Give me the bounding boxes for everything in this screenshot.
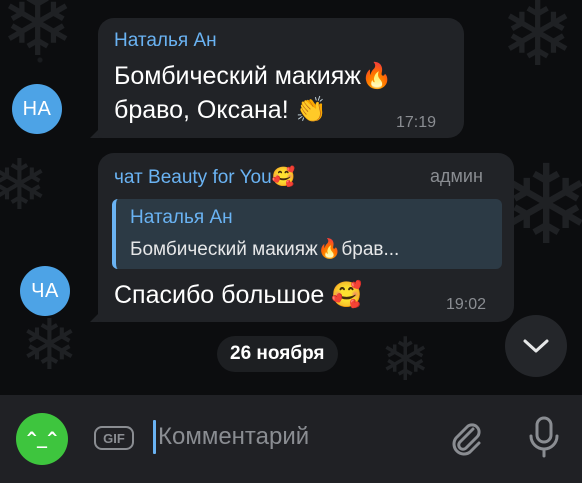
snowflake-doodle-icon: ❄	[20, 304, 79, 386]
sender-name: чат Beauty for You	[114, 167, 272, 188]
gif-label: GIF	[103, 430, 125, 446]
message-time: 17:19	[396, 114, 437, 131]
snowflake-doodle-icon: ❄	[0, 0, 76, 77]
comment-input[interactable]: Комментарий	[158, 420, 309, 454]
message-sender[interactable]: чат Beauty for You🥰	[114, 165, 295, 189]
message-text-line: Бомбический макияж	[114, 62, 361, 90]
emoji-face-icon: ^_^	[26, 429, 58, 449]
date-separator: 26 ноября	[217, 336, 338, 372]
avatar[interactable]: НА	[12, 84, 62, 134]
paperclip-icon[interactable]	[446, 417, 486, 457]
message-sender[interactable]: Наталья Ан	[114, 30, 217, 52]
fire-emoji-icon: 🔥	[361, 61, 393, 90]
microphone-icon[interactable]	[526, 415, 562, 459]
message-text-line: браво, Оксана!	[114, 96, 289, 124]
smiling-hearts-emoji-icon: 🥰	[271, 166, 296, 188]
avatar-initials: ЧА	[31, 279, 59, 302]
reply-sender: Наталья Ан	[130, 207, 233, 228]
chevron-down-icon	[523, 339, 549, 353]
avatar[interactable]: ЧА	[20, 266, 70, 316]
message-input-bar: ^_^ GIF Комментарий	[0, 395, 582, 483]
snowflake-doodle-icon: ❄	[380, 325, 431, 395]
smiling-hearts-emoji-icon: 🥰	[331, 280, 363, 309]
message-text: Спасибо большое	[114, 281, 325, 309]
gif-button[interactable]: GIF	[94, 426, 134, 450]
avatar-initials: НА	[22, 97, 52, 120]
snowflake-doodle-icon: ❄	[500, 0, 576, 87]
scroll-down-button[interactable]	[505, 315, 567, 377]
emoji-sticker-button[interactable]: ^_^	[16, 413, 68, 465]
message-bubble[interactable]: Наталья Ан Бомбический макияж🔥 браво, Ок…	[98, 18, 464, 138]
snowflake-doodle-icon: ❄	[0, 144, 49, 226]
message-time: 19:02	[446, 296, 487, 313]
text-caret	[153, 420, 156, 454]
clapping-hands-emoji-icon: 👏	[295, 95, 327, 124]
admin-badge: админ	[430, 166, 483, 186]
message-bubble[interactable]: чат Beauty for You🥰 админ Наталья Ан Бом…	[98, 153, 514, 322]
reply-text: Бомбический макияж🔥брав...	[130, 239, 400, 260]
reply-quote[interactable]: Наталья Ан Бомбический макияж🔥брав...	[112, 199, 502, 269]
